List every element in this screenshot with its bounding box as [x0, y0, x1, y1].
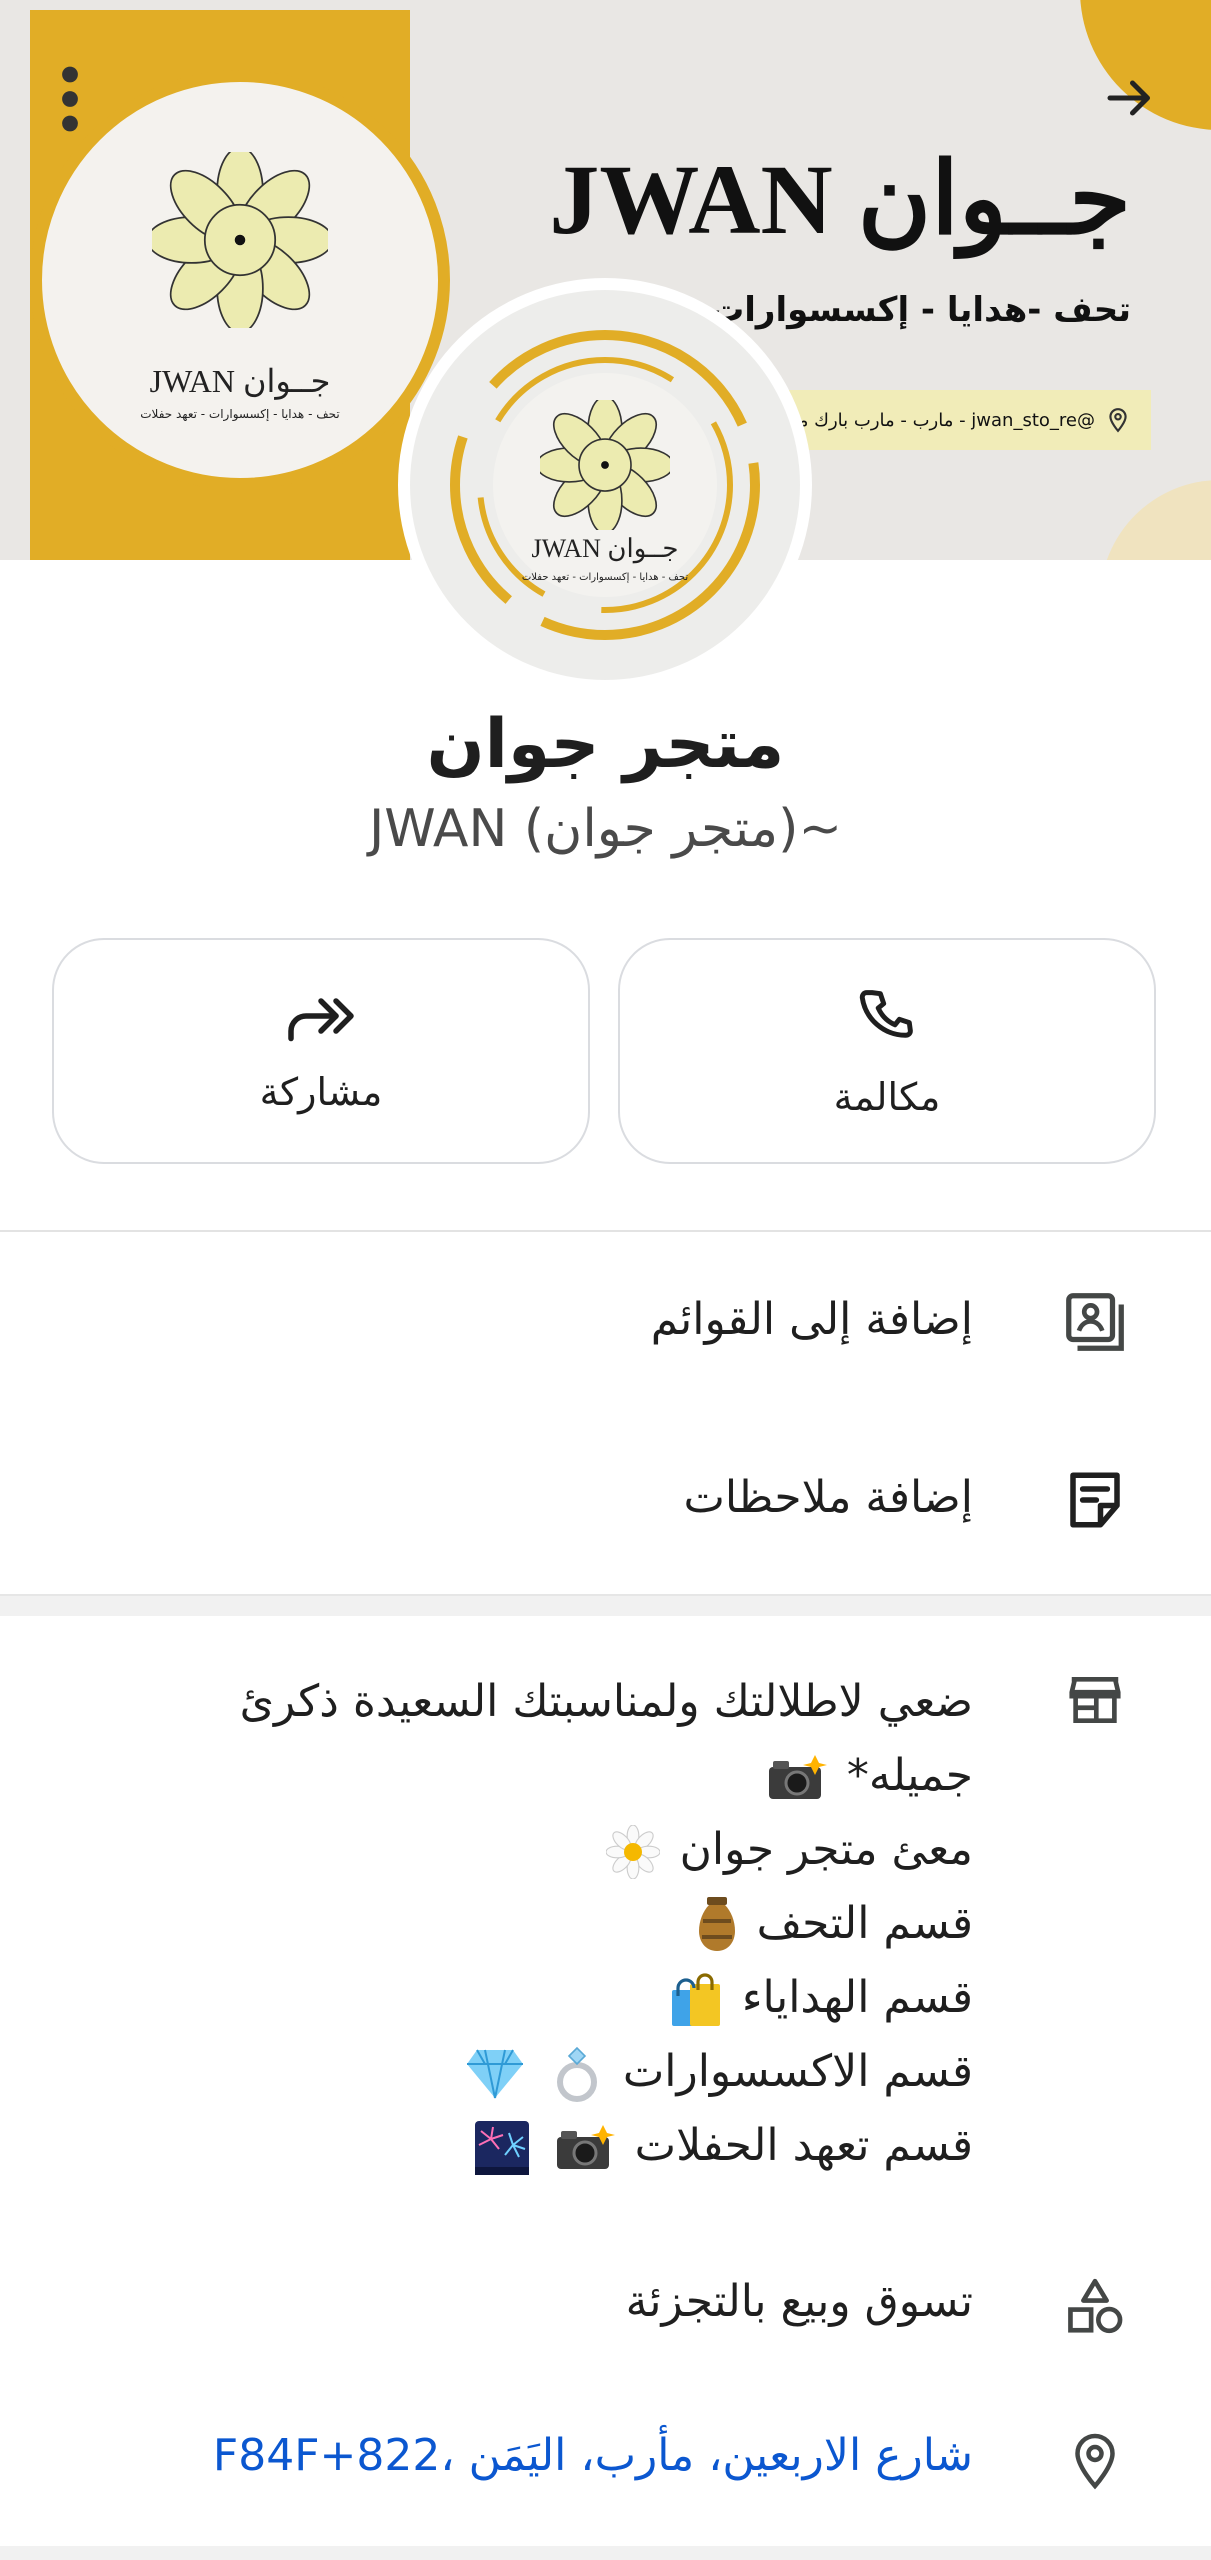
section-divider-thick [0, 1594, 1211, 1616]
shapes-icon [1055, 2267, 1135, 2347]
ring-icon [556, 2046, 597, 2102]
description-line: قسم تعهد الحفلات [113, 2109, 973, 2183]
place-title: متجر جوان [426, 705, 785, 784]
description-line: جميله* [113, 1739, 973, 1813]
description-line-text: جميله* [846, 1750, 973, 1801]
address-row[interactable]: شارع الاربعين، مأرب، اليَمَن ،F84F+822 [0, 2416, 1211, 2506]
address-link[interactable]: شارع الاربعين، مأرب، اليَمَن ،F84F+822 [213, 2430, 973, 2481]
more-vertical-icon[interactable] [50, 64, 90, 134]
cover-headline: JWAN جــوان [549, 150, 1131, 250]
description-line-text: قسم التحف [756, 1898, 973, 1949]
flower-logo-icon [152, 152, 328, 328]
business-description: ضعي لاطلالتك ولمناسبتك السعيدة ذكرئ جميل… [113, 1665, 973, 2183]
description-line-text: قسم تعهد الحفلات [634, 2120, 973, 2171]
location-pin-icon [1055, 2421, 1135, 2501]
cover-logo: JWAN جــوان تحف - هدايا - إكسسوارات - تع… [30, 70, 450, 490]
add-notes-row[interactable]: إضافة ملاحظات [0, 1450, 1211, 1550]
profile-avatar[interactable]: JWAN جــوان تحف - هدايا - إكسسوارات - تع… [398, 278, 812, 692]
arrow-forward-icon[interactable] [1100, 68, 1160, 128]
fireworks-icon [474, 2121, 529, 2175]
category-label: تسوق وبيع بالتجزئة [625, 2276, 973, 2327]
add-notes-label: إضافة ملاحظات [683, 1472, 973, 1523]
call-button-label: مكالمة [833, 1075, 941, 1119]
storefront-icon [1055, 1660, 1135, 1740]
add-to-lists-label: إضافة إلى القوائم [650, 1294, 973, 1345]
call-button[interactable]: مكالمة [618, 938, 1156, 1164]
category-row[interactable]: تسوق وبيع بالتجزئة [0, 2262, 1211, 2352]
place-header: متجر جوان JWAN (متجر جوان)~ [0, 700, 1211, 864]
bottom-divider [0, 2546, 1211, 2560]
saved-list-icon [1055, 1282, 1135, 1362]
description-line: قسم التحف [113, 1887, 973, 1961]
gem-icon [466, 2049, 523, 2099]
camera-flash-icon [556, 2125, 615, 2169]
share-button[interactable]: مشاركة [52, 938, 590, 1164]
description-line-text: قسم الاكسسوارات [622, 2046, 973, 2097]
cover-brand-latin: JWAN [549, 144, 833, 255]
pin-icon [1109, 408, 1127, 433]
camera-flash-icon [768, 1755, 827, 1799]
description-line: قسم الاكسسوارات [113, 2035, 973, 2109]
avatar-logo-tagline: تحف - هدايا - إكسسوارات - تعهد حفلات [521, 572, 689, 583]
place-subtitle: JWAN (متجر جوان)~ [368, 799, 843, 859]
share-forward-icon [288, 998, 354, 1042]
add-to-lists-row[interactable]: إضافة إلى القوائم [0, 1272, 1211, 1372]
section-divider [0, 1230, 1211, 1232]
phone-icon [859, 990, 913, 1038]
cover-brand-arabic: جــوان [857, 144, 1131, 255]
description-line: قسم الهداياء [113, 1961, 973, 2035]
note-icon [1055, 1460, 1135, 1540]
urn-icon [698, 1897, 735, 1951]
cover-logo-tagline: تحف - هدايا - إكسسوارات - تعهد حفلات [140, 407, 340, 421]
flower-logo-icon [540, 400, 670, 530]
share-button-label: مشاركة [259, 1070, 383, 1114]
cover-cream-corner [1100, 480, 1211, 560]
cover-logo-brand: JWAN جــوان [149, 363, 331, 399]
avatar-logo: JWAN جــوان تحف - هدايا - إكسسوارات - تع… [410, 290, 800, 680]
description-line-text: معئ متجر جوان [679, 1824, 973, 1875]
cover-address-text: مارب - مارب بارك مول - jwan_sto_re@ [776, 409, 1095, 431]
daisy-icon [605, 1825, 660, 1879]
description-line: معئ متجر جوان [113, 1813, 973, 1887]
description-line: ضعي لاطلالتك ولمناسبتك السعيدة ذكرئ [113, 1665, 973, 1739]
description-line-text: ضعي لاطلالتك ولمناسبتك السعيدة ذكرئ [239, 1676, 973, 1727]
shopping-bags-icon [671, 1973, 720, 2026]
description-line-text: قسم الهداياء [741, 1972, 973, 2023]
avatar-logo-brand: JWAN جــوان [531, 534, 679, 563]
